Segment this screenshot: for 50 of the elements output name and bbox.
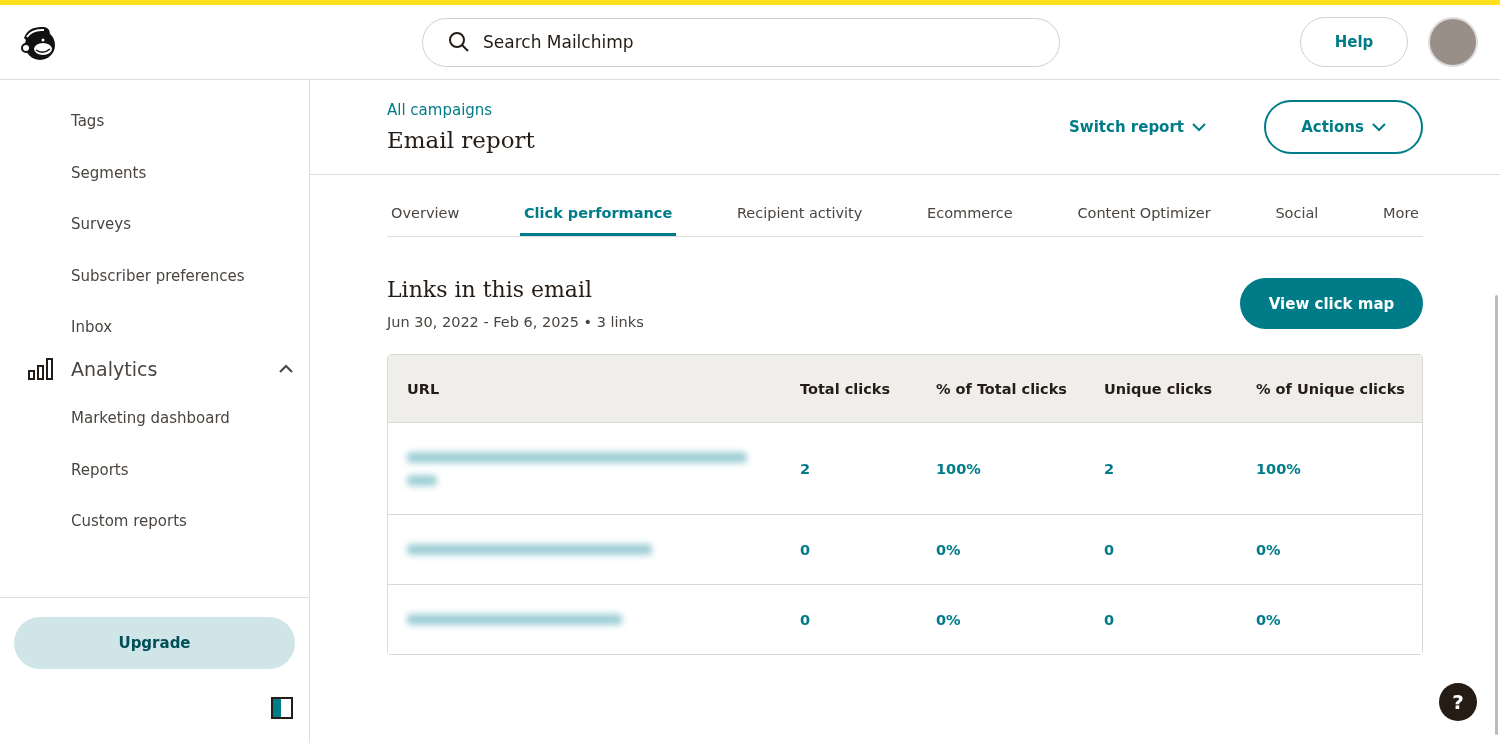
- upgrade-button[interactable]: Upgrade: [14, 617, 295, 669]
- chevron-down-icon: [1192, 122, 1206, 132]
- tab[interactable]: Recipient activity: [732, 193, 867, 236]
- tab[interactable]: Ecommerce: [923, 193, 1017, 236]
- table-cell-text: 2: [800, 460, 812, 477]
- table-cell-text: 0%: [936, 541, 962, 558]
- table-cell-text: 0: [1104, 611, 1116, 628]
- table-cell-text: 2: [1104, 460, 1116, 477]
- table-cell-text: 100%: [1256, 460, 1302, 477]
- table-cell-text: 0%: [936, 611, 962, 628]
- tab[interactable]: Content Optimizer: [1073, 193, 1215, 236]
- switch-report-button[interactable]: Switch report: [1063, 117, 1212, 137]
- actions-button[interactable]: Actions: [1264, 100, 1423, 154]
- sidebar-section[interactable]: Analytics: [71, 357, 158, 380]
- table-cell-text: 0: [800, 611, 812, 628]
- table-cell-text: 100%: [936, 460, 982, 477]
- section-subtitle: Jun 30, 2022 - Feb 6, 2025 • 3 links: [387, 314, 644, 330]
- table-cell-text: 0: [1104, 541, 1116, 558]
- table-cell-text: 0%: [1256, 611, 1282, 628]
- table-cell-text: 0: [800, 541, 812, 558]
- page-title: Email report: [387, 127, 535, 153]
- bar-chart-icon: [28, 357, 55, 380]
- tab[interactable]: More: [1379, 193, 1423, 236]
- tab[interactable]: Social: [1271, 193, 1323, 236]
- sidebar-item[interactable]: Marketing dashboard: [0, 409, 309, 461]
- view-click-map-button[interactable]: View click map: [1240, 278, 1423, 329]
- table-cell-text: 0%: [1256, 541, 1282, 558]
- column-header: URL: [407, 380, 441, 397]
- section-title: Links in this email: [387, 277, 594, 302]
- search-field[interactable]: Search Mailchimp: [422, 17, 1060, 67]
- panel-toggle-icon[interactable]: [271, 697, 293, 719]
- tab[interactable]: Click performance: [519, 193, 677, 236]
- chevron-down-icon: [1371, 122, 1386, 132]
- column-header: Total clicks: [800, 380, 892, 397]
- column-header: % of Total clicks: [936, 380, 1068, 397]
- sidebar-item[interactable]: Subscriber preferences: [0, 266, 309, 318]
- breadcrumb-link[interactable]: All campaigns: [387, 101, 535, 119]
- sidebar-item[interactable]: Custom reports: [0, 512, 309, 564]
- help-button[interactable]: Help: [1300, 17, 1408, 67]
- sidebar-item[interactable]: Segments: [0, 163, 309, 215]
- avatar[interactable]: [1428, 17, 1478, 67]
- sidebar-item[interactable]: Reports: [0, 460, 309, 512]
- help-button[interactable]: ?: [1439, 683, 1477, 721]
- sidebar-item[interactable]: Surveys: [0, 215, 309, 267]
- tab[interactable]: Overview: [387, 193, 464, 236]
- sidebar-item[interactable]: Tags: [0, 112, 309, 164]
- chevron-up-icon: [279, 363, 293, 373]
- column-header: % of Unique clicks: [1256, 380, 1406, 397]
- column-header: Unique clicks: [1104, 380, 1214, 397]
- search-icon: [448, 30, 470, 53]
